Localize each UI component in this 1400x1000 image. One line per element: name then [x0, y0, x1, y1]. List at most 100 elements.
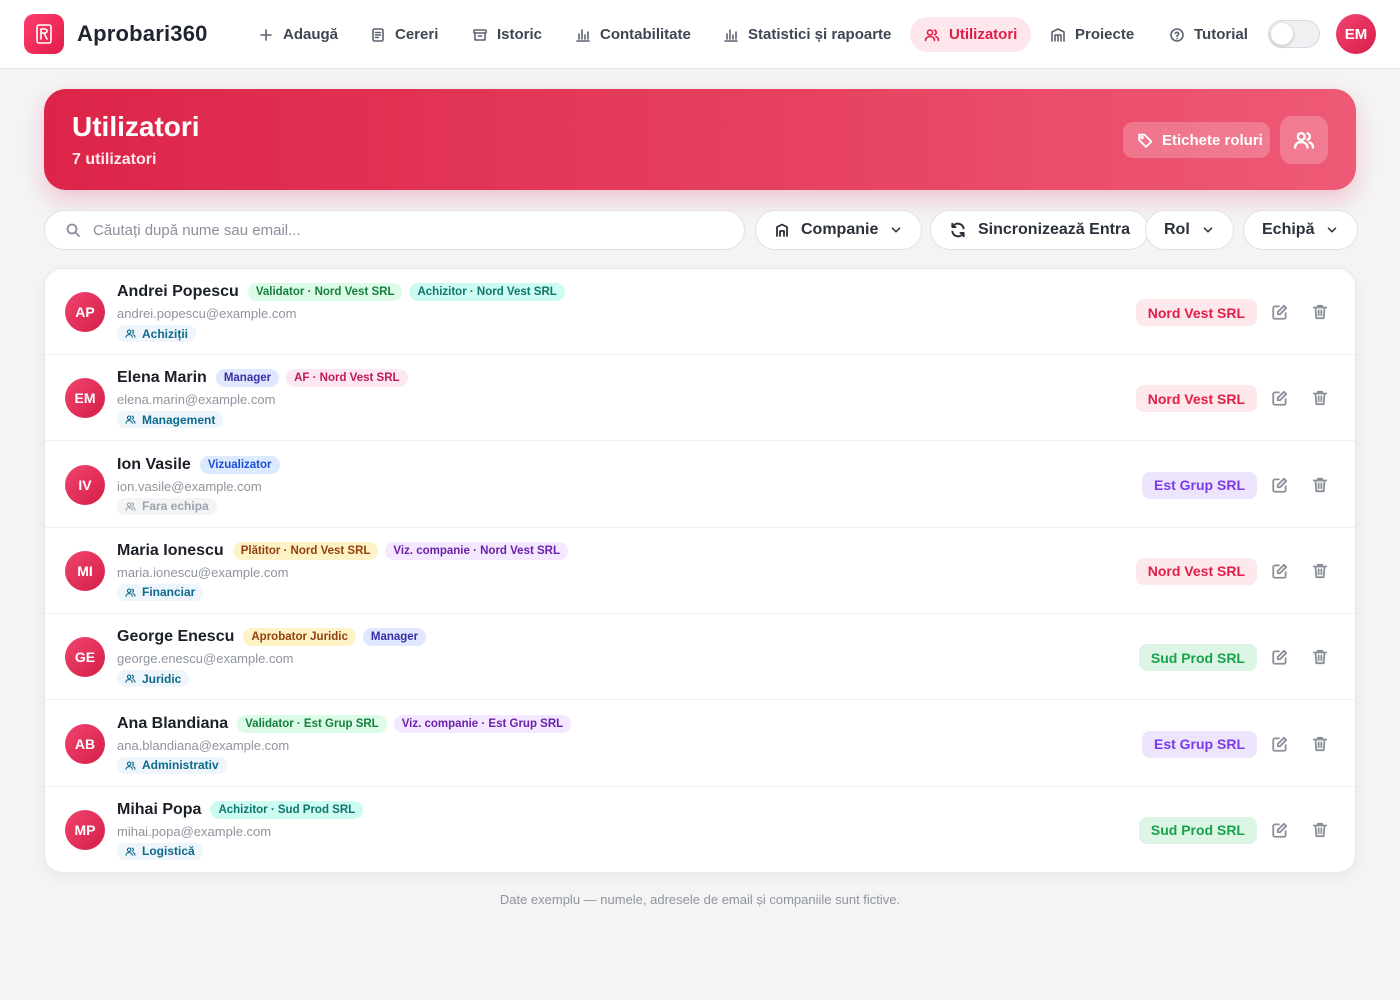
user-email: ana.blandiana@example.com — [117, 737, 290, 753]
name-line: Ion Vasile Vizualizator — [117, 455, 280, 474]
bar-chart-icon — [724, 28, 738, 42]
team-badge: Administrativ — [117, 756, 227, 774]
user-name[interactable]: Elena Marin — [117, 369, 207, 387]
chevron-down-icon — [1328, 227, 1337, 233]
role-badge: Achizitor · Sud Prod SRL — [210, 800, 364, 819]
nav-item-add[interactable]: Adaugă — [244, 17, 352, 52]
role-filter[interactable]: Rol — [1145, 210, 1234, 250]
nav-item-label: Utilizatori — [949, 26, 1018, 43]
user-name[interactable]: Ion Vasile — [117, 456, 191, 474]
manage-users-button[interactable] — [1280, 116, 1328, 164]
nav-item-label: Adaugă — [283, 26, 339, 43]
team-label: Fara echipa — [142, 499, 209, 514]
user-row[interactable]: MP Mihai Popa Achizitor · Sud Prod SRL miha… — [45, 787, 1355, 872]
team-badge: Juridic — [117, 670, 190, 688]
delete-user-button[interactable] — [1311, 389, 1329, 407]
app-logo-icon[interactable] — [24, 14, 64, 54]
edit-user-button[interactable] — [1271, 735, 1289, 753]
app-title[interactable]: Aprobari360 — [77, 21, 208, 47]
role-tags-button[interactable]: Etichete roluri — [1123, 122, 1270, 158]
user-name[interactable]: Ana Blandiana — [117, 715, 228, 733]
team-badge: Fara echipa — [117, 497, 217, 515]
nav-item-statistics[interactable]: Statistici și rapoarte — [709, 17, 905, 52]
company-badge: Nord Vest SRL — [1135, 385, 1257, 413]
delete-user-button[interactable] — [1311, 303, 1329, 321]
user-row[interactable]: MI Maria Ionescu Plătitor · Nord Vest SRL V… — [45, 528, 1355, 614]
edit-user-button[interactable] — [1271, 303, 1289, 321]
user-avatar[interactable]: EM — [1336, 14, 1376, 54]
avatar: AP — [65, 292, 105, 332]
edit-user-button[interactable] — [1271, 648, 1289, 666]
role-badge: Aprobator Juridic — [243, 628, 356, 647]
name-line: George Enescu Aprobator Juridic Manager — [117, 628, 427, 647]
role-badge: Achizitor · Nord Vest SRL — [409, 283, 565, 301]
team-filter-label: Echipă — [1262, 221, 1315, 238]
nav-item-label: Istoric — [497, 26, 543, 43]
users-icon — [924, 28, 940, 41]
role-badge: Manager — [215, 369, 280, 388]
user-row[interactable]: GE George Enescu Aprobator Juridic Manager g… — [45, 614, 1355, 701]
user-email: ion.vasile@example.com — [117, 478, 262, 494]
users-icon — [125, 414, 136, 425]
user-name[interactable]: Mihai Popa — [117, 801, 201, 819]
team-label: Achiziții — [142, 326, 189, 341]
help-circle-icon — [1170, 27, 1184, 42]
role-badge: Validator · Nord Vest SRL — [247, 283, 403, 301]
users-icon — [125, 846, 136, 857]
nav-item-requests[interactable]: Cereri — [356, 17, 452, 52]
delete-user-button[interactable] — [1311, 735, 1329, 753]
edit-user-button[interactable] — [1271, 476, 1289, 494]
delete-user-button[interactable] — [1311, 648, 1329, 666]
delete-user-button[interactable] — [1311, 476, 1329, 494]
user-row[interactable]: AP Andrei Popescu Validator · Nord Vest SR… — [45, 269, 1355, 355]
company-filter[interactable]: Companie — [755, 210, 923, 250]
delete-user-button[interactable] — [1311, 562, 1329, 580]
user-row[interactable]: IV Ion Vasile Vizualizator ion.vasile@examp… — [45, 442, 1355, 528]
team-label: Juridic — [142, 671, 182, 686]
trash-icon — [1312, 477, 1328, 492]
user-name[interactable]: George Enescu — [117, 628, 234, 646]
edit-icon — [1272, 650, 1288, 665]
user-name[interactable]: Maria Ionescu — [117, 542, 224, 560]
search-box[interactable] — [44, 210, 745, 250]
name-line: Mihai Popa Achizitor · Sud Prod SRL — [117, 800, 364, 819]
nav-item-users[interactable]: Utilizatori — [910, 17, 1032, 52]
team-label: Financiar — [142, 585, 196, 600]
avatar: GE — [65, 637, 105, 678]
nav-item-projects[interactable]: Proiecte — [1036, 17, 1148, 52]
sync-entra-button[interactable]: Sincronizează Entra — [930, 210, 1150, 250]
user-email: george.enescu@example.com — [117, 651, 294, 667]
page-header-banner: Utilizatori 7 utilizatori Etichete rolur… — [44, 89, 1356, 190]
bar-chart-icon — [576, 28, 590, 42]
users-icon — [125, 673, 136, 684]
edit-icon — [1272, 477, 1288, 493]
company-badge: Est Grup SRL — [1141, 471, 1257, 499]
chevron-down-icon — [892, 227, 901, 233]
user-count: 7 utilizatori — [72, 151, 157, 168]
nav-item-accounting[interactable]: Contabilitate — [561, 17, 705, 52]
role-filter-label: Rol — [1164, 221, 1190, 238]
nav-item-tutorial[interactable]: Tutorial — [1155, 17, 1262, 52]
avatar: MP — [65, 809, 105, 850]
company-filter-label: Companie — [801, 221, 879, 238]
user-email: mihai.popa@example.com — [117, 823, 272, 839]
document-icon — [372, 27, 384, 42]
edit-user-button[interactable] — [1271, 562, 1289, 580]
edit-user-button[interactable] — [1271, 389, 1289, 407]
nav-item-history[interactable]: Istoric — [458, 17, 556, 52]
role-badge: Manager — [362, 628, 427, 647]
user-name[interactable]: Andrei Popescu — [117, 283, 239, 301]
chevron-down-icon — [1203, 227, 1213, 233]
building-icon — [1051, 27, 1065, 42]
edit-user-button[interactable] — [1271, 821, 1289, 839]
team-filter[interactable]: Echipă — [1243, 210, 1359, 250]
user-row[interactable]: AB Ana Blandiana Validator · Est Grup SRL V… — [45, 701, 1355, 787]
edit-icon — [1272, 822, 1288, 838]
search-input[interactable] — [93, 221, 713, 239]
trash-icon — [1312, 736, 1328, 751]
delete-user-button[interactable] — [1311, 821, 1329, 839]
nav-item-label: Proiecte — [1075, 26, 1135, 43]
team-badge: Financiar — [117, 583, 204, 601]
user-row[interactable]: EM Elena Marin Manager AF · Nord Vest SRL el… — [45, 355, 1355, 442]
theme-toggle[interactable] — [1268, 20, 1320, 48]
